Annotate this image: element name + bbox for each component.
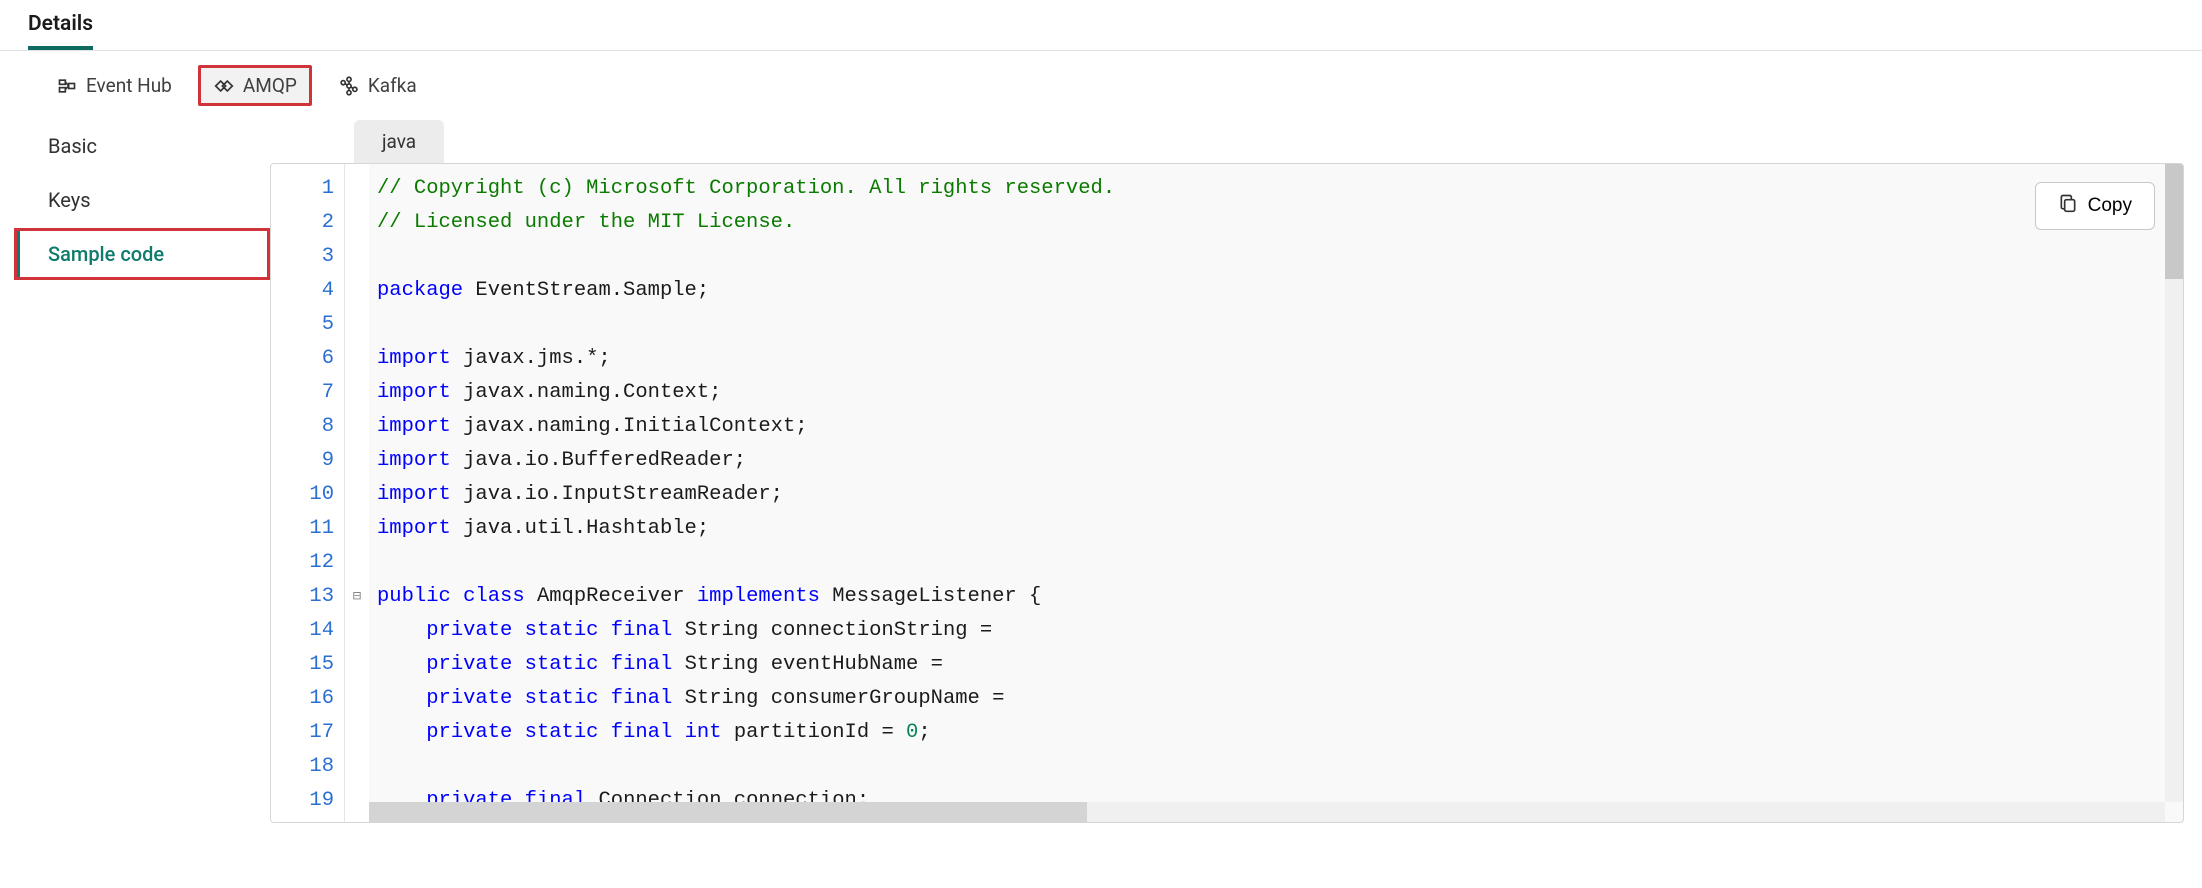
line-number: 8 <box>271 410 334 444</box>
line-number: 4 <box>271 274 334 308</box>
line-number: 16 <box>271 682 334 716</box>
code-line: package EventStream.Sample; <box>377 274 2183 308</box>
fold-spacer <box>345 410 369 444</box>
header: Details <box>0 0 2202 51</box>
line-number: 7 <box>271 376 334 410</box>
line-number: 6 <box>271 342 334 376</box>
code-line: import java.util.Hashtable; <box>377 512 2183 546</box>
code-line: import java.io.BufferedReader; <box>377 444 2183 478</box>
language-tab-java[interactable]: java <box>354 120 444 163</box>
protocol-tabs: Event Hub AMQP Kafka <box>0 51 2202 120</box>
fold-spacer <box>345 444 369 478</box>
fold-spacer <box>345 648 369 682</box>
line-number: 17 <box>271 716 334 750</box>
scrollbar-thumb[interactable] <box>369 802 1087 822</box>
sidebar-item-label: Basic <box>48 134 97 158</box>
fold-spacer <box>345 682 369 716</box>
fold-spacer <box>345 206 369 240</box>
line-number: 5 <box>271 308 334 342</box>
fold-spacer <box>345 274 369 308</box>
code-line: import javax.jms.*; <box>377 342 2183 376</box>
fold-spacer <box>345 308 369 342</box>
line-number: 19 <box>271 784 334 818</box>
line-number: 14 <box>271 614 334 648</box>
line-number-gutter: 12345678910111213141516171819 <box>271 164 345 822</box>
code-line: private static final int partitionId = 0… <box>377 716 2183 750</box>
fold-toggle-icon[interactable]: ⊟ <box>345 580 369 614</box>
fold-spacer <box>345 240 369 274</box>
fold-column: ⊟ <box>345 164 369 822</box>
amqp-icon <box>213 75 235 97</box>
copy-label: Copy <box>2088 195 2132 217</box>
code-line: private static final String consumerGrou… <box>377 682 2183 716</box>
sidebar-item-keys[interactable]: Keys <box>14 174 270 226</box>
sidebar-item-label: Keys <box>48 188 91 212</box>
line-number: 10 <box>271 478 334 512</box>
line-number: 1 <box>271 172 334 206</box>
code-line <box>377 546 2183 580</box>
tab-kafka[interactable]: Kafka <box>324 66 431 105</box>
code-line: private static final String connectionSt… <box>377 614 2183 648</box>
page-title[interactable]: Details <box>28 12 93 50</box>
fold-spacer <box>345 784 369 818</box>
code-line: // Licensed under the MIT License. <box>377 206 2183 240</box>
tab-label: Event Hub <box>86 74 172 97</box>
sidebar-item-label: Sample code <box>48 242 164 266</box>
tab-label: AMQP <box>243 74 297 97</box>
copy-button[interactable]: Copy <box>2035 182 2155 230</box>
line-number: 12 <box>271 546 334 580</box>
fold-spacer <box>345 546 369 580</box>
line-number: 9 <box>271 444 334 478</box>
line-number: 18 <box>271 750 334 784</box>
code-line: // Copyright (c) Microsoft Corporation. … <box>377 172 2183 206</box>
tab-event-hub[interactable]: Event Hub <box>42 66 186 105</box>
code-line: import javax.naming.InitialContext; <box>377 410 2183 444</box>
fold-spacer <box>345 342 369 376</box>
code-line: private static final String eventHubName… <box>377 648 2183 682</box>
tab-label: Kafka <box>368 74 417 97</box>
line-number: 13 <box>271 580 334 614</box>
main-content: java Copy 12345678910111213141516171819 … <box>270 120 2202 823</box>
horizontal-scrollbar[interactable] <box>369 802 2165 822</box>
line-number: 3 <box>271 240 334 274</box>
code-text[interactable]: // Copyright (c) Microsoft Corporation. … <box>369 164 2183 822</box>
code-line <box>377 240 2183 274</box>
line-number: 11 <box>271 512 334 546</box>
code-line: public class AmqpReceiver implements Mes… <box>377 580 2183 614</box>
fold-spacer <box>345 376 369 410</box>
scrollbar-thumb[interactable] <box>2165 164 2183 279</box>
tab-amqp[interactable]: AMQP <box>198 65 312 106</box>
code-line <box>377 308 2183 342</box>
kafka-icon <box>338 75 360 97</box>
fold-spacer <box>345 478 369 512</box>
language-tab-label: java <box>382 130 416 153</box>
line-number: 15 <box>271 648 334 682</box>
code-line <box>377 750 2183 784</box>
sidebar: Basic Keys Sample code <box>0 120 270 282</box>
fold-spacer <box>345 512 369 546</box>
code-line: import javax.naming.Context; <box>377 376 2183 410</box>
fold-spacer <box>345 716 369 750</box>
code-line: import java.io.InputStreamReader; <box>377 478 2183 512</box>
code-editor: Copy 12345678910111213141516171819 ⊟ // … <box>270 163 2184 823</box>
fold-spacer <box>345 172 369 206</box>
sidebar-item-basic[interactable]: Basic <box>14 120 270 172</box>
copy-icon <box>2058 193 2078 219</box>
event-hub-icon <box>56 75 78 97</box>
fold-spacer <box>345 750 369 784</box>
line-number: 2 <box>271 206 334 240</box>
vertical-scrollbar[interactable] <box>2165 164 2183 802</box>
fold-spacer <box>345 614 369 648</box>
sidebar-item-sample-code[interactable]: Sample code <box>14 228 270 280</box>
